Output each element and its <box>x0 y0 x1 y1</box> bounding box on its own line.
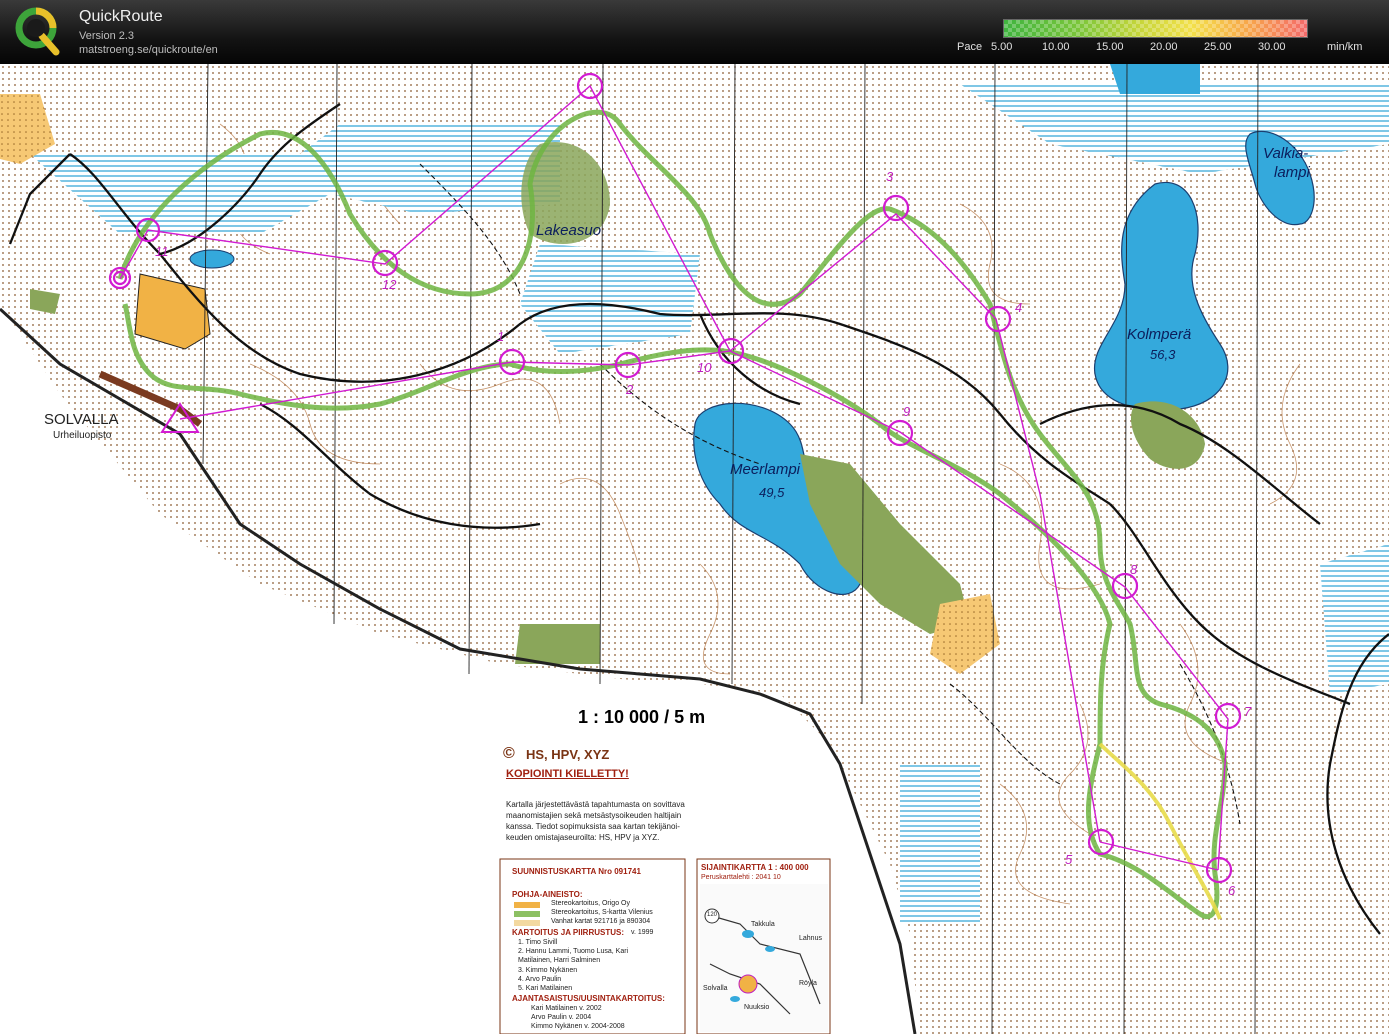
app-version: Version 2.3 <box>79 30 135 42</box>
label-meerlampi: Meerlampi <box>730 461 801 478</box>
label-lakeasuo: Lakeasuo <box>536 222 602 239</box>
copyright-icon: © <box>503 745 515 762</box>
control-number: 1 <box>497 329 505 344</box>
marsh <box>900 764 980 924</box>
ajantasaistus-line: Kimmo Nykänen v. 2004-2008 <box>531 1023 625 1030</box>
usage-notice: Kartalla järjestettävästä tapahtumasta o… <box>506 800 685 842</box>
map-scale: 1 : 10 000 / 5 m <box>578 707 706 727</box>
pond <box>189 249 235 269</box>
place-lahnus: Lahnus <box>799 935 822 942</box>
pace-tick: 15.00 <box>1096 41 1124 53</box>
pace-tick: 10.00 <box>1042 41 1070 53</box>
control-number: 8 <box>1130 562 1138 577</box>
pohja-line: Vanhat kartat 921716 ja 890304 <box>551 918 651 925</box>
place-royla: Röyla <box>799 980 817 987</box>
location-box-title: SIJAINTIKARTTA 1 : 400 000 <box>701 863 809 872</box>
control-number: 7 <box>1244 704 1252 719</box>
quickroute-logo-icon <box>12 4 64 56</box>
pace-legend-gradient <box>1003 19 1308 38</box>
ajantasaistus-line: Kari Matilainen v. 2002 <box>531 1005 602 1012</box>
kartoitus-line: 5. Kari Matilainen <box>518 985 573 992</box>
control-number: 12 <box>382 277 397 292</box>
copyright-text: HS, HPV, XYZ <box>526 747 610 762</box>
vegetation <box>515 624 600 664</box>
control-number: 9 <box>903 404 911 419</box>
kartoitus-line: Matilainen, Harri Salminen <box>518 957 601 964</box>
place-nuuksio: Nuuksio <box>744 1004 770 1011</box>
legend-swatch <box>514 911 540 917</box>
control-number: 11 <box>155 244 169 259</box>
marsh <box>1320 544 1389 694</box>
map-graphics <box>0 64 1389 1034</box>
place-takkula: Takkula <box>751 921 775 928</box>
pohja-line: Stereokartoitus, S-kartta Vilenius <box>551 909 653 916</box>
pace-tick: 25.00 <box>1204 41 1232 53</box>
kartoitus-line: 4. Arvo Paulin <box>518 976 562 983</box>
pace-tick: 5.00 <box>991 41 1013 53</box>
legend-swatch <box>514 902 540 908</box>
ajantasaistus-line: Arvo Paulin v. 2004 <box>531 1014 592 1021</box>
label-meerlampi-elevation: 49,5 <box>759 485 785 500</box>
pace-unit: min/km <box>1327 41 1363 53</box>
label-valkia: Valkia- <box>1263 145 1309 162</box>
app-url[interactable]: matstroeng.se/quickroute/en <box>79 44 218 56</box>
road-number: 120 <box>707 912 718 918</box>
label-kolmpera: Kolmperä <box>1127 326 1192 343</box>
kartoitus-line: 1. Timo Sivill <box>518 939 558 946</box>
kartoitus-year: v. 1999 <box>631 929 654 936</box>
ajantasaistus-title: AJANTASAISTUS/UUSINTAKARTOITUS: <box>512 994 665 1003</box>
control-number: 4 <box>1015 300 1023 315</box>
kartoitus-title: KARTOITUS JA PIIRRUSTUS: <box>512 928 625 937</box>
control-number: 10 <box>697 360 712 375</box>
location-box-subtitle: Peruskarttalehti : 2041 10 <box>701 874 781 881</box>
label-kolmpera-elevation: 56,3 <box>1150 347 1176 362</box>
control-number: 5 <box>1065 852 1073 867</box>
label-solvalla: SOLVALLA <box>44 411 119 428</box>
control-number: 2 <box>626 382 634 397</box>
lake <box>1110 64 1200 94</box>
control-number: 6 <box>1228 883 1236 898</box>
app-title: QuickRoute <box>79 8 163 25</box>
kartoitus-line: 2. Hannu Lammi, Tuomo Lusa, Kari <box>518 948 629 955</box>
place-solvalla: Solvalla <box>703 985 728 992</box>
pace-tick: 20.00 <box>1150 41 1178 53</box>
label-urheiluopisto: Urheiluopisto <box>53 430 112 441</box>
control-number: 3 <box>886 169 894 184</box>
info-box-title: SUUNNISTUSKARTTA Nro 091741 <box>512 867 641 876</box>
label-lampi: lampi <box>1274 164 1310 181</box>
pohja-title: POHJA-AINEISTO: <box>512 890 583 899</box>
app-header: QuickRoute Version 2.3 matstroeng.se/qui… <box>0 0 1389 64</box>
pohja-line: Stereokartoitus, Origo Oy <box>551 900 630 907</box>
copy-forbidden: KOPIOINTI KIELLETTY! <box>506 768 629 780</box>
orienteering-map[interactable]: SOLVALLA Urheiluopisto Lakeasuo Meerlamp… <box>0 64 1389 1034</box>
kartoitus-line: 3. Kimmo Nykänen <box>518 967 578 974</box>
pace-label: Pace <box>957 41 983 53</box>
pace-tick: 30.00 <box>1258 41 1286 53</box>
legend-swatch <box>514 920 540 926</box>
